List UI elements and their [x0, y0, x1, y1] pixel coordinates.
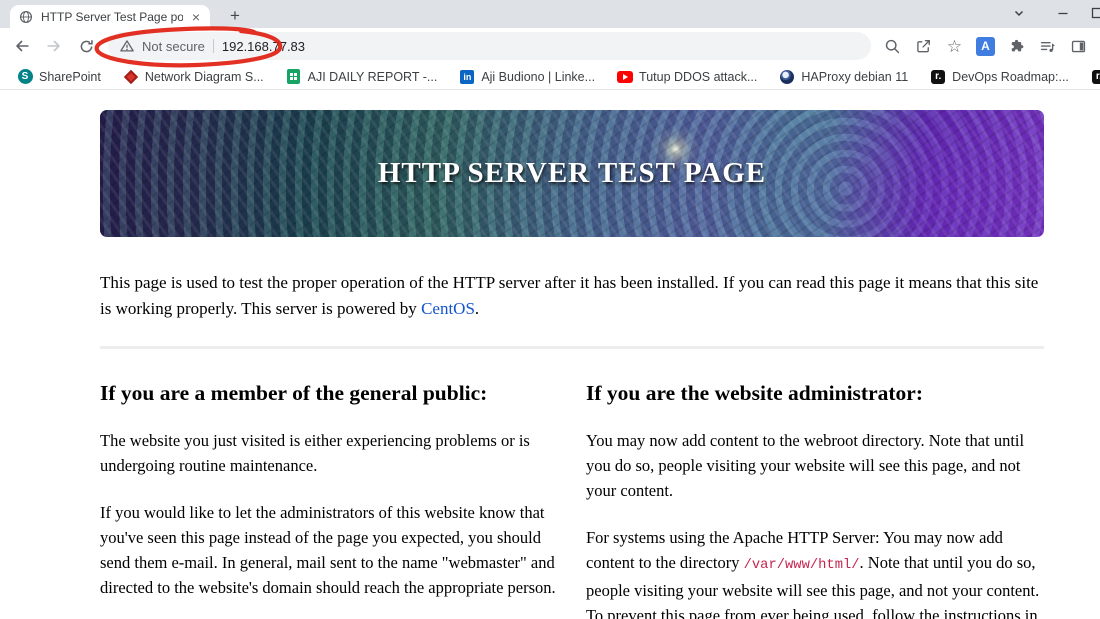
bookmark-docker-roadmap[interactable]: r. Docker Roadmap -...	[1080, 65, 1100, 89]
public-heading: If you are a member of the general publi…	[100, 381, 488, 405]
bookmark-haproxy[interactable]: HAProxy debian 11	[768, 65, 919, 89]
intro-paragraph: This page is used to test the proper ope…	[100, 273, 1039, 318]
general-public-column: If you are a member of the general publi…	[100, 358, 558, 619]
tab-search-chevron-icon[interactable]	[1012, 6, 1028, 22]
bookmarks-bar: S SharePoint Network Diagram S... AJI DA…	[0, 64, 1100, 90]
back-icon[interactable]	[8, 32, 36, 60]
page-content: HTTP SERVER TEST PAGE This page is used …	[0, 90, 1100, 619]
two-column-section: If you are a member of the general publi…	[100, 358, 1044, 619]
youtube-icon	[617, 69, 634, 85]
forward-icon[interactable]	[40, 32, 68, 60]
tab-title: HTTP Server Test Page powered	[41, 9, 183, 24]
media-controls-icon[interactable]	[1034, 32, 1061, 60]
banner-image: HTTP SERVER TEST PAGE	[100, 110, 1044, 237]
admin-paragraph-2: For systems using the Apache HTTP Server…	[586, 528, 1040, 619]
browser-toolbar: Not secure 192.168.77.83 ☆ A	[0, 28, 1100, 64]
bookmark-network-diagram[interactable]: Network Diagram S...	[112, 65, 275, 89]
not-secure-warning-icon[interactable]	[120, 39, 134, 53]
centos-link[interactable]: CentOS	[421, 299, 475, 318]
omnibox-divider	[212, 39, 214, 53]
security-label[interactable]: Not secure	[142, 39, 205, 54]
bookmark-aji-daily-report[interactable]: AJI DAILY REPORT -...	[275, 65, 449, 89]
drawio-icon	[123, 69, 139, 85]
minimize-button[interactable]	[1056, 6, 1072, 22]
tab-close-icon[interactable]: ×	[190, 10, 202, 24]
banner-title: HTTP SERVER TEST PAGE	[377, 157, 767, 189]
haproxy-icon	[779, 69, 795, 85]
search-icon[interactable]	[879, 32, 906, 60]
tab-strip: HTTP Server Test Page powered × +	[0, 0, 1100, 28]
extensions-puzzle-icon[interactable]	[1003, 32, 1030, 60]
address-bar[interactable]: Not secure 192.168.77.83	[108, 32, 871, 60]
sharepoint-icon: S	[17, 69, 33, 85]
bookmark-devops-roadmap[interactable]: r. DevOps Roadmap:...	[919, 65, 1080, 89]
maximize-button[interactable]	[1090, 6, 1100, 22]
public-paragraph-2: If you would like to let the administrat…	[100, 503, 556, 597]
bookmark-linkedin[interactable]: in Aji Budiono | Linke...	[448, 65, 606, 89]
roadmap-icon: r.	[1091, 69, 1100, 85]
browser-tab[interactable]: HTTP Server Test Page powered ×	[10, 5, 210, 28]
admin-heading: If you are the website administrator:	[586, 381, 923, 405]
bookmark-youtube[interactable]: Tutup DDOS attack...	[606, 65, 768, 89]
admin-paragraph-1: You may now add content to the webroot d…	[586, 431, 1025, 500]
new-tab-button[interactable]: +	[224, 7, 246, 27]
reload-icon[interactable]	[72, 32, 100, 60]
share-icon[interactable]	[910, 32, 937, 60]
side-panel-icon[interactable]	[1065, 32, 1092, 60]
bookmark-sharepoint[interactable]: S SharePoint	[6, 65, 112, 89]
bookmark-star-icon[interactable]: ☆	[941, 32, 968, 60]
globe-icon	[18, 9, 34, 25]
section-divider	[100, 346, 1044, 349]
public-paragraph-1: The website you just visited is either e…	[100, 431, 530, 475]
path-var-www-html: /var/www/html/	[743, 558, 860, 573]
linkedin-icon: in	[459, 69, 475, 85]
administrator-column: If you are the website administrator: Yo…	[586, 358, 1044, 619]
translate-icon[interactable]: A	[972, 32, 999, 60]
roadmap-icon: r.	[930, 69, 946, 85]
sheets-icon	[286, 69, 302, 85]
url-text[interactable]: 192.168.77.83	[222, 39, 305, 54]
